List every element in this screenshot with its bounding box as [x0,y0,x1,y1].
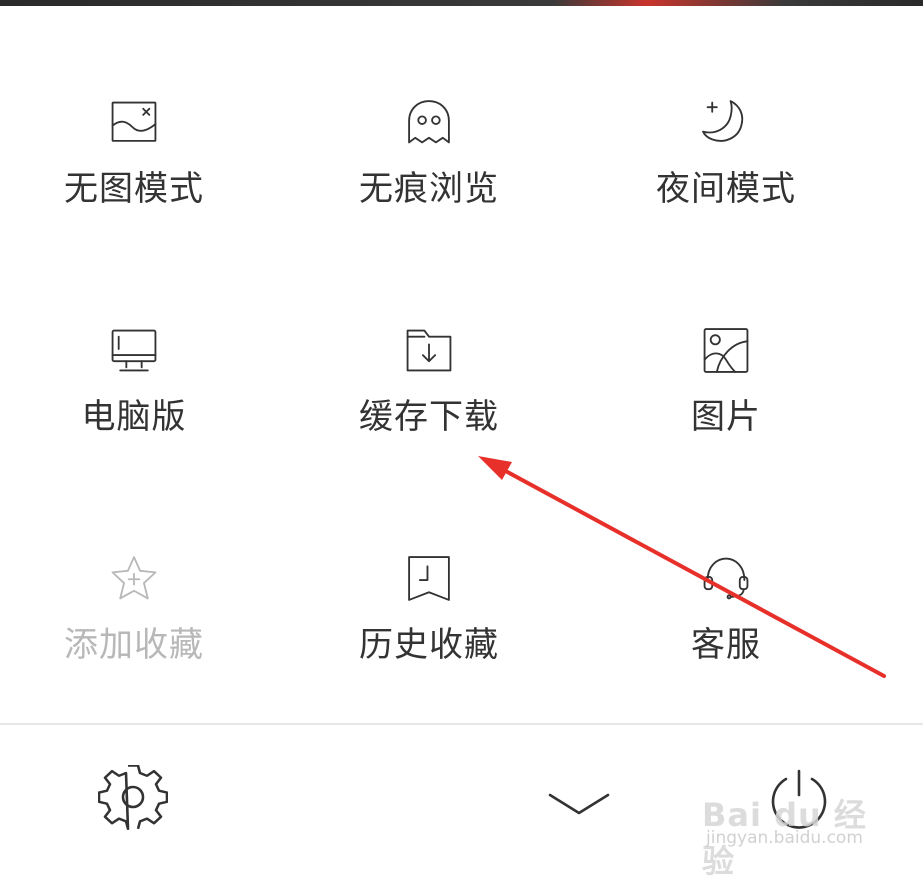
menu-item-label: 历史收藏 [359,625,499,665]
menu-item-no-image-mode[interactable]: 无图模式 [0,0,282,210]
menu-item-label: 电脑版 [81,397,187,437]
moon-icon [702,100,744,142]
menu-item-label: 客服 [691,625,761,665]
menu-item-history-bookmarks[interactable]: 历史收藏 [281,456,577,666]
gear-icon[interactable] [98,765,168,835]
menu-item-label: 添加收藏 [64,625,204,665]
menu-item-incognito[interactable]: 无痕浏览 [281,0,577,210]
menu-item-night-mode[interactable]: 夜间模式 [578,0,874,210]
menu-item-label: 图片 [691,397,761,437]
star-add-icon [111,556,157,600]
menu-grid: 无图模式 无痕浏览 夜间模式 电脑版 缓存下载 图片 添加收藏 历史收藏 客服 [0,0,923,723]
menu-item-label: 无痕浏览 [359,169,499,209]
menu-item-label: 无图模式 [64,169,204,209]
watermark-url: jingyan.baidu.com [706,828,863,848]
menu-item-cache-download[interactable]: 缓存下载 [281,228,577,438]
headset-icon [703,557,749,600]
watermark: Bai du 经验 jingyan.baidu.com [702,790,882,880]
history-bookmark-icon [408,556,450,601]
download-folder-icon [406,329,452,372]
menu-item-desktop-version[interactable]: 电脑版 [0,228,282,438]
menu-item-add-bookmark[interactable]: 添加收藏 [0,456,282,666]
menu-item-label: 夜间模式 [656,169,796,209]
chevron-down-icon[interactable] [544,773,614,843]
image-icon [703,328,749,373]
desktop-icon [111,329,157,372]
ghost-icon [408,100,450,144]
menu-item-images[interactable]: 图片 [578,228,874,438]
no-image-icon [111,101,157,142]
menu-item-label: 缓存下载 [359,397,499,437]
menu-item-customer-service[interactable]: 客服 [578,456,874,666]
